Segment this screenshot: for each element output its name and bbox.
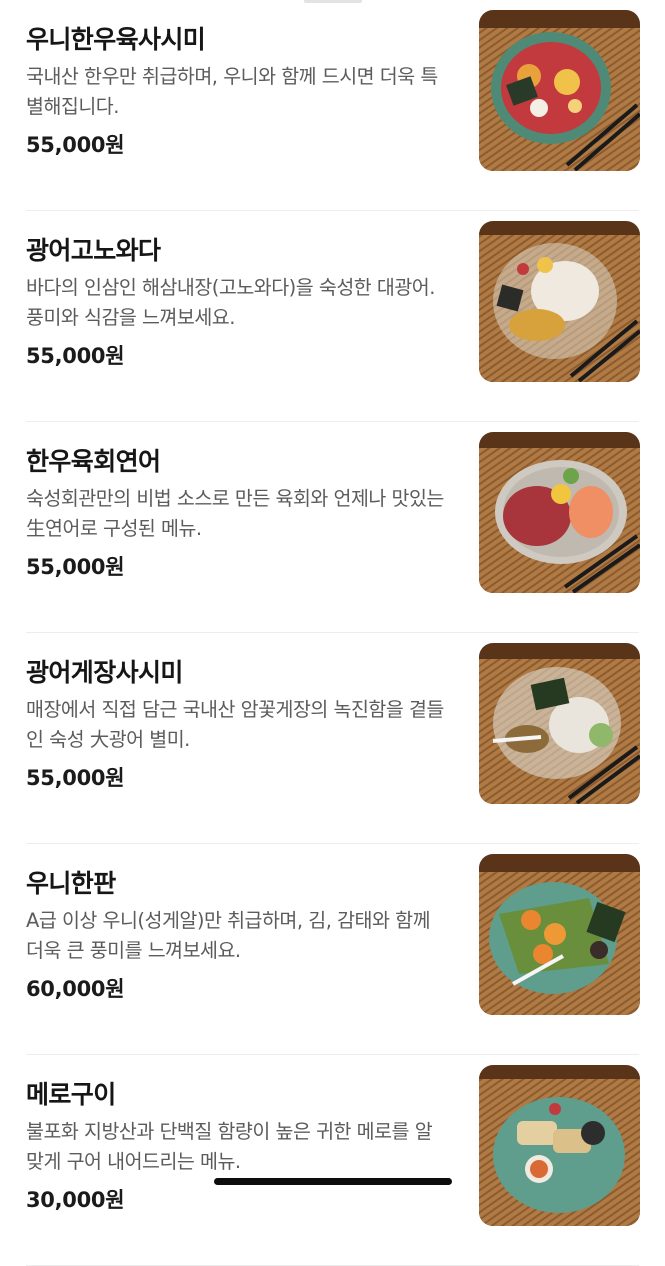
menu-item-description: 바다의 인삼인 해삼내장(고노와다)을 숙성한 대광어. 풍미와 식감을 느껴보… — [26, 276, 435, 329]
menu-item-price: 30,000원 — [26, 1188, 125, 1212]
menu-item-name: 광어고노와다 — [26, 236, 161, 265]
home-indicator[interactable] — [214, 1178, 452, 1185]
menu-item-image[interactable] — [479, 432, 640, 593]
menu-item-price: 55,000원 — [26, 766, 125, 790]
menu-item-price: 55,000원 — [26, 555, 125, 579]
menu-item-image[interactable] — [479, 643, 640, 804]
menu-item-image[interactable] — [479, 1065, 640, 1226]
menu-item-description: 숙성회관만의 비법 소스로 만든 육회와 언제나 맛있는 生연어로 구성된 메뉴… — [26, 487, 444, 540]
menu-item-name: 메로구이 — [26, 1080, 116, 1109]
menu-item-description: 불포화 지방산과 단백질 함량이 높은 귀한 메로를 알맞게 구어 내어드리는 … — [26, 1120, 433, 1173]
menu-item-price: 60,000원 — [26, 977, 125, 1001]
menu-item-mero-gui[interactable]: 메로구이 불포화 지방산과 단백질 함량이 높은 귀한 메로를 알맞게 구어 내… — [0, 1055, 665, 1266]
menu-item-image[interactable] — [479, 854, 640, 1015]
menu-item-name: 광어게장사시미 — [26, 658, 183, 687]
menu-item-uni-hanwoo-sashimi[interactable]: 우니한우육사시미 국내산 한우만 취급하며, 우니와 함께 드시면 더욱 특별해… — [0, 0, 665, 211]
menu-item-description: 매장에서 직접 담근 국내산 암꽃게장의 녹진함을 곁들인 숙성 大광어 별미. — [26, 698, 444, 751]
menu-item-name: 한우육회연어 — [26, 447, 161, 476]
menu-item-description: A급 이상 우니(성게알)만 취급하며, 김, 감태와 함께 더욱 큰 풍미를 … — [26, 909, 431, 962]
menu-item-name: 우니한우육사시미 — [26, 25, 206, 54]
menu-item-flatfish-gejang-sashimi[interactable]: 광어게장사시미 매장에서 직접 담근 국내산 암꽃게장의 녹진함을 곁들인 숙성… — [0, 633, 665, 844]
menu-item-flatfish-konowata[interactable]: 광어고노와다 바다의 인삼인 해삼내장(고노와다)을 숙성한 대광어. 풍미와 … — [0, 211, 665, 422]
menu-item-description: 국내산 한우만 취급하며, 우니와 함께 드시면 더욱 특별해집니다. — [26, 65, 438, 118]
menu-item-uni-hanpan[interactable]: 우니한판 A급 이상 우니(성게알)만 취급하며, 김, 감태와 함께 더욱 큰… — [0, 844, 665, 1055]
menu-item-image[interactable] — [479, 10, 640, 171]
menu-item-hanwoo-yukhoe-salmon[interactable]: 한우육회연어 숙성회관만의 비법 소스로 만든 육회와 언제나 맛있는 生연어로… — [0, 422, 665, 633]
menu-item-name: 우니한판 — [26, 869, 116, 898]
menu-item-price: 55,000원 — [26, 133, 125, 157]
menu-item-price: 55,000원 — [26, 344, 125, 368]
menu-item-image[interactable] — [479, 221, 640, 382]
